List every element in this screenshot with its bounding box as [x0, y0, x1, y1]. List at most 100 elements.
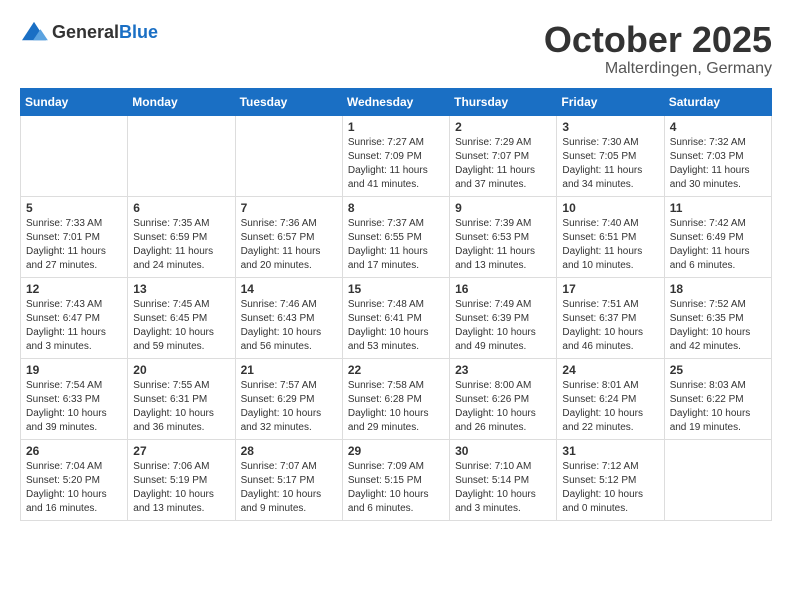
day-info: Sunrise: 7:46 AM Sunset: 6:43 PM Dayligh…: [241, 298, 337, 354]
logo-general-text: General: [52, 22, 119, 42]
day-info: Sunrise: 7:32 AM Sunset: 7:03 PM Dayligh…: [670, 136, 766, 192]
day-info: Sunrise: 7:51 AM Sunset: 6:37 PM Dayligh…: [562, 298, 658, 354]
day-header-wednesday: Wednesday: [342, 88, 449, 115]
calendar-cell: [21, 115, 128, 196]
day-number: 20: [133, 363, 229, 377]
day-number: 3: [562, 120, 658, 134]
calendar-cell: 21 Sunrise: 7:57 AM Sunset: 6:29 PM Dayli…: [235, 358, 342, 439]
day-number: 8: [348, 201, 444, 215]
day-info: Sunrise: 7:58 AM Sunset: 6:28 PM Dayligh…: [348, 379, 444, 435]
day-info: Sunrise: 7:54 AM Sunset: 6:33 PM Dayligh…: [26, 379, 122, 435]
week-row-2: 5Sunrise: 7:33 AM Sunset: 7:01 PM Daylig…: [21, 196, 772, 277]
calendar-cell: 29Sunrise: 7:09 AM Sunset: 5:15 PM Dayli…: [342, 439, 449, 520]
day-number: 26: [26, 444, 122, 458]
day-number: 11: [670, 201, 766, 215]
day-info: Sunrise: 7:40 AM Sunset: 6:51 PM Dayligh…: [562, 217, 658, 273]
calendar-cell: 25Sunrise: 8:03 AM Sunset: 6:22 PM Dayli…: [664, 358, 771, 439]
day-info: Sunrise: 7:07 AM Sunset: 5:17 PM Dayligh…: [241, 460, 337, 516]
week-row-4: 19 Sunrise: 7:54 AM Sunset: 6:33 PM Dayli…: [21, 358, 772, 439]
day-info: Sunrise: 7:12 AM Sunset: 5:12 PM Dayligh…: [562, 460, 658, 516]
title-area: October 2025 Malterdingen, Germany: [544, 20, 772, 78]
calendar-cell: 4 Sunrise: 7:32 AM Sunset: 7:03 PM Daylig…: [664, 115, 771, 196]
day-info: Sunrise: 8:01 AM Sunset: 6:24 PM Dayligh…: [562, 379, 658, 435]
calendar-header-row: SundayMondayTuesdayWednesdayThursdayFrid…: [21, 88, 772, 115]
day-info: Sunrise: 7:52 AM Sunset: 6:35 PM Dayligh…: [670, 298, 766, 354]
day-number: 19: [26, 363, 122, 377]
day-info: Sunrise: 7:39 AM Sunset: 6:53 PM Dayligh…: [455, 217, 551, 273]
day-info: Sunrise: 7:42 AM Sunset: 6:49 PM Dayligh…: [670, 217, 766, 273]
day-number: 18: [670, 282, 766, 296]
calendar-cell: 15 Sunrise: 7:48 AM Sunset: 6:41 PM Dayli…: [342, 277, 449, 358]
day-number: 31: [562, 444, 658, 458]
day-number: 29: [348, 444, 444, 458]
calendar-cell: 9Sunrise: 7:39 AM Sunset: 6:53 PM Daylig…: [450, 196, 557, 277]
logo: GeneralBlue: [20, 20, 158, 44]
calendar-cell: 18 Sunrise: 7:52 AM Sunset: 6:35 PM Dayli…: [664, 277, 771, 358]
calendar-cell: [235, 115, 342, 196]
calendar-cell: 17Sunrise: 7:51 AM Sunset: 6:37 PM Dayli…: [557, 277, 664, 358]
day-number: 2: [455, 120, 551, 134]
calendar-cell: 26 Sunrise: 7:04 AM Sunset: 5:20 PM Dayli…: [21, 439, 128, 520]
day-info: Sunrise: 7:45 AM Sunset: 6:45 PM Dayligh…: [133, 298, 229, 354]
day-number: 4: [670, 120, 766, 134]
calendar-cell: 5Sunrise: 7:33 AM Sunset: 7:01 PM Daylig…: [21, 196, 128, 277]
day-info: Sunrise: 7:04 AM Sunset: 5:20 PM Dayligh…: [26, 460, 122, 516]
day-info: Sunrise: 7:30 AM Sunset: 7:05 PM Dayligh…: [562, 136, 658, 192]
calendar-cell: 3 Sunrise: 7:30 AM Sunset: 7:05 PM Daylig…: [557, 115, 664, 196]
calendar-cell: 22 Sunrise: 7:58 AM Sunset: 6:28 PM Dayli…: [342, 358, 449, 439]
day-number: 22: [348, 363, 444, 377]
day-number: 10: [562, 201, 658, 215]
calendar-cell: 31 Sunrise: 7:12 AM Sunset: 5:12 PM Dayli…: [557, 439, 664, 520]
day-header-saturday: Saturday: [664, 88, 771, 115]
day-header-sunday: Sunday: [21, 88, 128, 115]
day-info: Sunrise: 7:10 AM Sunset: 5:14 PM Dayligh…: [455, 460, 551, 516]
calendar-cell: [664, 439, 771, 520]
calendar-cell: 30 Sunrise: 7:10 AM Sunset: 5:14 PM Dayli…: [450, 439, 557, 520]
day-number: 21: [241, 363, 337, 377]
calendar-cell: 12 Sunrise: 7:43 AM Sunset: 6:47 PM Dayli…: [21, 277, 128, 358]
day-info: Sunrise: 7:06 AM Sunset: 5:19 PM Dayligh…: [133, 460, 229, 516]
day-header-thursday: Thursday: [450, 88, 557, 115]
day-info: Sunrise: 7:27 AM Sunset: 7:09 PM Dayligh…: [348, 136, 444, 192]
day-number: 24: [562, 363, 658, 377]
logo-blue-text: Blue: [119, 22, 158, 42]
day-info: Sunrise: 7:57 AM Sunset: 6:29 PM Dayligh…: [241, 379, 337, 435]
day-info: Sunrise: 7:49 AM Sunset: 6:39 PM Dayligh…: [455, 298, 551, 354]
header: GeneralBlue October 2025 Malterdingen, G…: [20, 20, 772, 78]
calendar-cell: 24 Sunrise: 8:01 AM Sunset: 6:24 PM Dayli…: [557, 358, 664, 439]
location-title: Malterdingen, Germany: [544, 60, 772, 78]
calendar-table: SundayMondayTuesdayWednesdayThursdayFrid…: [20, 88, 772, 521]
day-number: 30: [455, 444, 551, 458]
day-info: Sunrise: 7:43 AM Sunset: 6:47 PM Dayligh…: [26, 298, 122, 354]
day-number: 12: [26, 282, 122, 296]
calendar-cell: 7 Sunrise: 7:36 AM Sunset: 6:57 PM Daylig…: [235, 196, 342, 277]
day-number: 7: [241, 201, 337, 215]
calendar-cell: 2Sunrise: 7:29 AM Sunset: 7:07 PM Daylig…: [450, 115, 557, 196]
day-number: 1: [348, 120, 444, 134]
day-info: Sunrise: 7:37 AM Sunset: 6:55 PM Dayligh…: [348, 217, 444, 273]
calendar-cell: 11 Sunrise: 7:42 AM Sunset: 6:49 PM Dayli…: [664, 196, 771, 277]
week-row-3: 12 Sunrise: 7:43 AM Sunset: 6:47 PM Dayli…: [21, 277, 772, 358]
day-number: 13: [133, 282, 229, 296]
calendar-cell: 19 Sunrise: 7:54 AM Sunset: 6:33 PM Dayli…: [21, 358, 128, 439]
calendar-cell: 16Sunrise: 7:49 AM Sunset: 6:39 PM Dayli…: [450, 277, 557, 358]
calendar-cell: 10 Sunrise: 7:40 AM Sunset: 6:51 PM Dayli…: [557, 196, 664, 277]
calendar-cell: 14Sunrise: 7:46 AM Sunset: 6:43 PM Dayli…: [235, 277, 342, 358]
calendar-cell: 8 Sunrise: 7:37 AM Sunset: 6:55 PM Daylig…: [342, 196, 449, 277]
calendar-cell: 13 Sunrise: 7:45 AM Sunset: 6:45 PM Dayli…: [128, 277, 235, 358]
day-info: Sunrise: 7:36 AM Sunset: 6:57 PM Dayligh…: [241, 217, 337, 273]
day-info: Sunrise: 8:00 AM Sunset: 6:26 PM Dayligh…: [455, 379, 551, 435]
day-info: Sunrise: 7:48 AM Sunset: 6:41 PM Dayligh…: [348, 298, 444, 354]
week-row-1: 1 Sunrise: 7:27 AM Sunset: 7:09 PM Daylig…: [21, 115, 772, 196]
calendar-cell: 20Sunrise: 7:55 AM Sunset: 6:31 PM Dayli…: [128, 358, 235, 439]
day-number: 15: [348, 282, 444, 296]
day-number: 28: [241, 444, 337, 458]
calendar-cell: 6Sunrise: 7:35 AM Sunset: 6:59 PM Daylig…: [128, 196, 235, 277]
day-header-friday: Friday: [557, 88, 664, 115]
day-info: Sunrise: 7:33 AM Sunset: 7:01 PM Dayligh…: [26, 217, 122, 273]
week-row-5: 26 Sunrise: 7:04 AM Sunset: 5:20 PM Dayli…: [21, 439, 772, 520]
day-header-monday: Monday: [128, 88, 235, 115]
calendar-cell: 23Sunrise: 8:00 AM Sunset: 6:26 PM Dayli…: [450, 358, 557, 439]
calendar-cell: [128, 115, 235, 196]
calendar-cell: 28 Sunrise: 7:07 AM Sunset: 5:17 PM Dayli…: [235, 439, 342, 520]
